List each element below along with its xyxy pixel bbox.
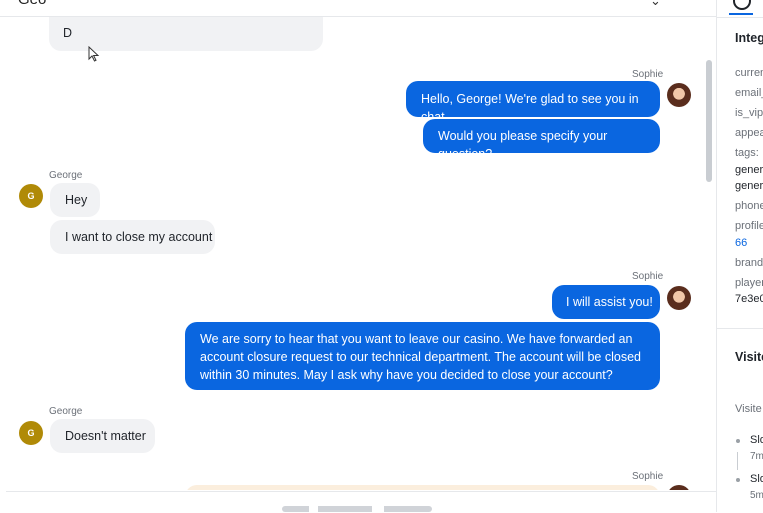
field-value: gener <box>735 180 763 192</box>
chat-scrollbar[interactable] <box>706 60 712 182</box>
field-label: appea <box>735 127 763 139</box>
timeline-dot <box>736 478 740 482</box>
panel-divider <box>717 17 763 18</box>
visitor-subtitle: Visite <box>735 403 762 415</box>
visitor-info-panel: Integ curren email_ is_vip appea tags: g… <box>717 0 763 512</box>
field-value: gener <box>735 164 763 176</box>
message-bubble: Doesn't matter <box>50 419 155 453</box>
field-label: email_ <box>735 87 763 99</box>
message-text: We are sorry to hear that you want to le… <box>200 332 641 382</box>
visitor-section-title: Visite <box>735 350 763 364</box>
field-label: phone <box>735 200 763 212</box>
message-bubble: I want to close my account <box>50 220 215 254</box>
message-text: Doesn't matter <box>65 429 146 443</box>
message-bubble: I will assist you! <box>552 285 660 319</box>
timeline-dot <box>736 439 740 443</box>
profile-link[interactable]: 66 <box>735 237 747 249</box>
message-bubble: Hello, George! We're glad to see you in … <box>406 81 660 124</box>
sender-name: George <box>49 170 83 181</box>
integration-title: Integ <box>735 31 763 45</box>
message-bubble: We are sorry to hear that you want to le… <box>185 322 660 390</box>
composer-hint <box>282 506 432 512</box>
field-label: player <box>735 277 763 289</box>
message-text: D <box>63 26 73 40</box>
active-tab-indicator <box>729 13 753 15</box>
sender-name: George <box>49 406 83 417</box>
info-icon[interactable] <box>733 0 751 10</box>
message-bubble: Hey <box>50 183 100 217</box>
chat-transcript[interactable]: D Sophie Hello, George! We're glad to se… <box>0 17 704 490</box>
sender-name: Sophie <box>632 69 664 80</box>
chat-header: Geo ⌄ <box>0 0 716 17</box>
field-label: profile <box>735 220 763 232</box>
visit-time: 5m <box>750 490 763 501</box>
visitor-avatar: G <box>19 421 43 445</box>
visit-label[interactable]: Slo <box>750 473 763 485</box>
message-bubble: Would you please specify your question? <box>423 119 660 161</box>
chat-header-title: Geo <box>18 0 46 8</box>
message-bubble <box>185 485 660 490</box>
visit-label[interactable]: Slo <box>750 434 763 446</box>
chevron-down-icon[interactable]: ⌄ <box>650 0 661 9</box>
message-text: I want to close my account <box>65 230 213 244</box>
field-label: is_vip <box>735 107 763 119</box>
field-label: brand <box>735 257 763 269</box>
agent-avatar <box>667 83 691 107</box>
panel-divider <box>717 328 763 329</box>
message-text: I will assist you! <box>566 295 653 309</box>
message-text: Hey <box>65 193 88 207</box>
timeline-line <box>737 452 738 470</box>
visit-time: 7m <box>750 451 763 462</box>
sender-name: Sophie <box>632 271 664 282</box>
mouse-cursor-icon <box>88 46 100 62</box>
field-label: curren <box>735 67 763 79</box>
field-label: tags: <box>735 147 759 159</box>
visitor-avatar: G <box>19 184 43 208</box>
message-text: Would you please specify your question? <box>438 129 608 161</box>
agent-avatar <box>667 286 691 310</box>
field-value: 7e3e0 <box>735 293 763 305</box>
agent-avatar <box>667 485 691 490</box>
sender-name: Sophie <box>632 471 664 482</box>
